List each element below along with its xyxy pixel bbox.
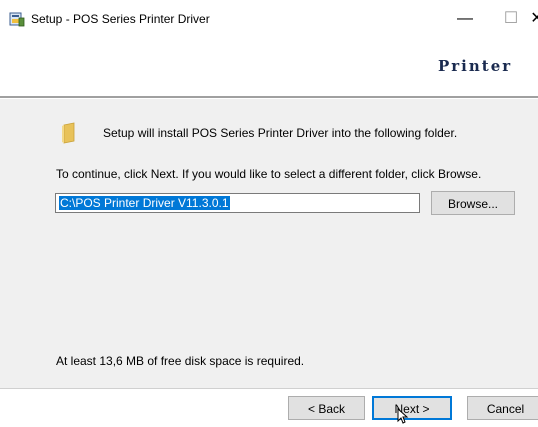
back-button[interactable]: < Back	[288, 396, 365, 420]
footer-divider	[0, 388, 538, 389]
window-title: Setup - POS Series Printer Driver	[31, 12, 210, 26]
folder-icon	[60, 122, 80, 144]
install-path-input[interactable]: C:\POS Printer Driver V11.3.0.1	[55, 193, 420, 213]
install-path-value: C:\POS Printer Driver V11.3.0.1	[59, 196, 230, 210]
setup-app-icon	[9, 11, 25, 27]
close-button[interactable]: ✕	[522, 0, 538, 38]
cancel-button[interactable]: Cancel	[467, 396, 538, 420]
minimize-button[interactable]: —	[442, 0, 488, 38]
wizard-content	[0, 99, 538, 388]
next-button[interactable]: Next >	[372, 396, 452, 420]
disk-space-note: At least 13,6 MB of free disk space is r…	[56, 354, 305, 368]
continue-instructions: To continue, click Next. If you would li…	[56, 167, 482, 181]
install-description: Setup will install POS Series Printer Dr…	[103, 126, 458, 140]
browse-button[interactable]: Browse...	[431, 191, 515, 215]
brand-logo: Printer	[438, 57, 513, 75]
